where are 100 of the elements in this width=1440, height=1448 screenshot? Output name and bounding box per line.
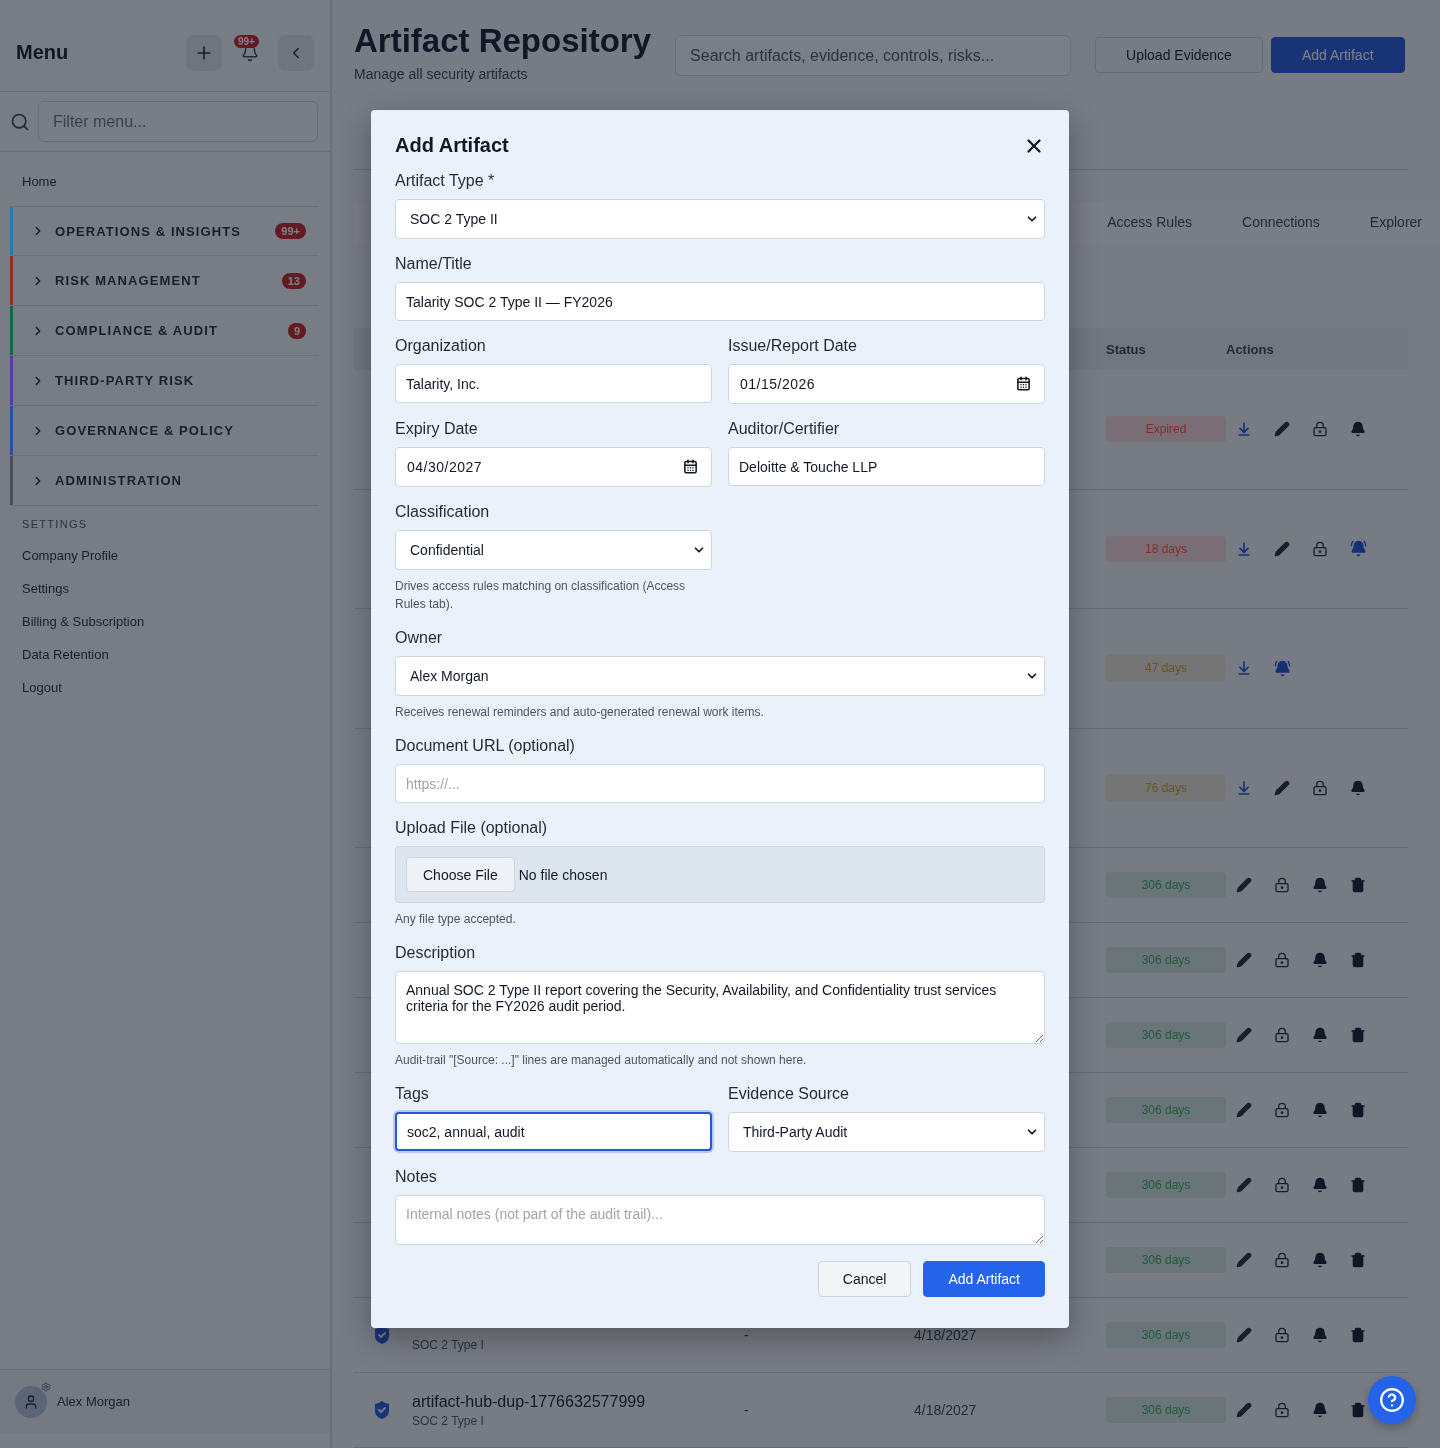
file-upload-field[interactable]: Choose File No file chosen xyxy=(395,846,1045,903)
edit-button[interactable] xyxy=(1234,1250,1254,1270)
lock-button[interactable] xyxy=(1272,1250,1292,1270)
textarea-field[interactable]: Internal notes (not part of the audit trail)... xyxy=(395,1195,1045,1245)
download-icon xyxy=(1236,421,1252,438)
tab[interactable]: Access Rules xyxy=(1107,207,1193,238)
filter-field[interactable]: Filter menu... xyxy=(38,101,318,142)
page-subtitle: Manage all security artifacts xyxy=(354,66,529,82)
edit-button[interactable] xyxy=(1234,1400,1254,1420)
select-field[interactable]: Third-Party Audit xyxy=(728,1112,1045,1152)
gear-icon xyxy=(41,1381,51,1392)
lock-button[interactable] xyxy=(1272,1325,1292,1345)
lock-icon xyxy=(1274,1402,1290,1418)
status-badge: 306 days xyxy=(1106,1322,1226,1348)
select-field[interactable]: Confidential xyxy=(395,530,712,570)
text-field[interactable]: Deloitte & Touche LLP xyxy=(728,447,1045,486)
lock-button[interactable] xyxy=(1272,1025,1292,1045)
tab[interactable]: Explorer xyxy=(1369,207,1422,238)
field-label: Upload File (optional) xyxy=(395,818,549,838)
edit-button[interactable] xyxy=(1234,950,1254,970)
lock-icon xyxy=(1274,1177,1290,1193)
edit-button[interactable] xyxy=(1234,875,1254,895)
add-button[interactable] xyxy=(186,34,222,71)
status-badge: 47 days xyxy=(1106,655,1226,682)
owner-text: - xyxy=(744,1327,749,1343)
lock-button[interactable] xyxy=(1272,950,1292,970)
pencil-icon xyxy=(1274,540,1290,557)
calendar-icon xyxy=(683,459,698,474)
field-label: Auditor/Certifier xyxy=(728,419,841,439)
choose-file-button[interactable]: Choose File xyxy=(406,857,515,892)
download-icon xyxy=(1236,779,1252,796)
pencil-icon xyxy=(1236,1402,1252,1418)
lock-icon xyxy=(1312,540,1328,557)
text-field[interactable]: Talarity SOC 2 Type II — FY2026 xyxy=(395,282,1045,321)
lock-button[interactable] xyxy=(1272,1400,1292,1420)
owner-text: - xyxy=(744,1402,749,1418)
nav-link[interactable]: Billing & Subscription xyxy=(0,606,330,639)
help-button[interactable] xyxy=(1368,1376,1416,1424)
edit-button[interactable] xyxy=(1234,1025,1254,1045)
add-artifact-button[interactable]: Add Artifact xyxy=(1270,37,1405,73)
lock-icon xyxy=(1274,1252,1290,1268)
edit-button[interactable] xyxy=(1234,1100,1254,1120)
nav-group[interactable]: COMPLIANCE & AUDIT 9 xyxy=(10,306,318,356)
count-badge: 9 xyxy=(287,322,306,339)
download-icon xyxy=(1236,660,1252,677)
textarea-field[interactable]: Annual SOC 2 Type II report covering the Security, Availability, and Confidentiality trust services criteria for the FY2026 audit period. xyxy=(395,971,1045,1044)
download-icon xyxy=(1236,540,1252,557)
edit-button[interactable] xyxy=(1234,1325,1254,1345)
search-field[interactable]: Search artifacts, evidence, controls, risks... xyxy=(675,35,1072,76)
select-field[interactable]: SOC 2 Type II xyxy=(395,199,1045,239)
status-badge: 306 days xyxy=(1106,1397,1226,1423)
notifications-button[interactable]: 99+ xyxy=(232,34,268,71)
field-label: Expiry Date xyxy=(395,419,479,439)
text-field[interactable]: https://... xyxy=(395,764,1045,803)
lock-button[interactable] xyxy=(1272,875,1292,895)
upload-button[interactable]: Upload Evidence xyxy=(1095,37,1263,73)
date-text: 4/18/2027 xyxy=(914,1402,977,1418)
field-label: Organization xyxy=(395,336,487,356)
status-badge: 306 days xyxy=(1106,1022,1226,1048)
group-label: COMPLIANCE & AUDIT xyxy=(55,323,220,338)
field-hint: Drives access rules matching on classification (Access Rules tab). xyxy=(395,578,687,613)
field-hint: Receives renewal reminders and auto-generated renewal work items. xyxy=(395,704,765,721)
lock-icon xyxy=(1312,779,1328,796)
nav-link[interactable]: Home xyxy=(0,152,330,206)
field-hint: Any file type accepted. xyxy=(395,911,517,928)
status-badge: 76 days xyxy=(1106,774,1226,801)
edit-button[interactable] xyxy=(1234,1175,1254,1195)
date-field[interactable]: 01/15/2026 xyxy=(728,364,1045,404)
cancel-button[interactable]: Cancel xyxy=(817,1261,912,1297)
nav-group[interactable]: RISK MANAGEMENT 13 xyxy=(10,256,318,306)
submit-button[interactable]: Add Artifact xyxy=(923,1261,1045,1297)
nav-group[interactable]: ADMINISTRATION xyxy=(10,456,318,506)
lock-button[interactable] xyxy=(1272,1175,1292,1195)
nav-link[interactable]: Data Retention xyxy=(0,639,330,672)
field-label: Artifact Type * xyxy=(395,171,496,191)
lock-button[interactable] xyxy=(1272,1100,1292,1120)
trash-icon xyxy=(1350,1177,1366,1193)
search-icon xyxy=(10,111,30,132)
count-badge: 99+ xyxy=(275,223,306,239)
artifact-name: artifact-hub-dup-1776632577999 xyxy=(412,1392,646,1411)
help-icon xyxy=(1379,1387,1405,1413)
status-badge: 306 days xyxy=(1106,1247,1226,1273)
column-header: Actions xyxy=(1226,341,1275,357)
text-field[interactable]: soc2, annual, audit xyxy=(395,1112,712,1151)
trash-icon xyxy=(1350,877,1366,893)
field-label: Document URL (optional) xyxy=(395,736,576,756)
select-field[interactable]: Alex Morgan xyxy=(395,656,1045,696)
group-label: ADMINISTRATION xyxy=(55,473,184,488)
nav-group[interactable]: GOVERNANCE & POLICY xyxy=(10,406,318,456)
text-field[interactable]: Talarity, Inc. xyxy=(395,364,712,403)
nav-link[interactable]: Settings xyxy=(0,573,330,606)
nav-group[interactable]: OPERATIONS & INSIGHTS 99+ xyxy=(10,206,318,256)
tab[interactable]: Connections xyxy=(1242,207,1320,238)
date-field[interactable]: 04/30/2027 xyxy=(395,447,712,487)
count-badge: 13 xyxy=(281,272,306,289)
trash-icon xyxy=(1350,1402,1366,1418)
nav-link[interactable]: Logout xyxy=(0,672,330,705)
nav-link[interactable]: Company Profile xyxy=(0,540,330,573)
nav-group[interactable]: THIRD-PARTY RISK xyxy=(10,356,318,406)
section-heading: SETTINGS xyxy=(21,517,89,532)
